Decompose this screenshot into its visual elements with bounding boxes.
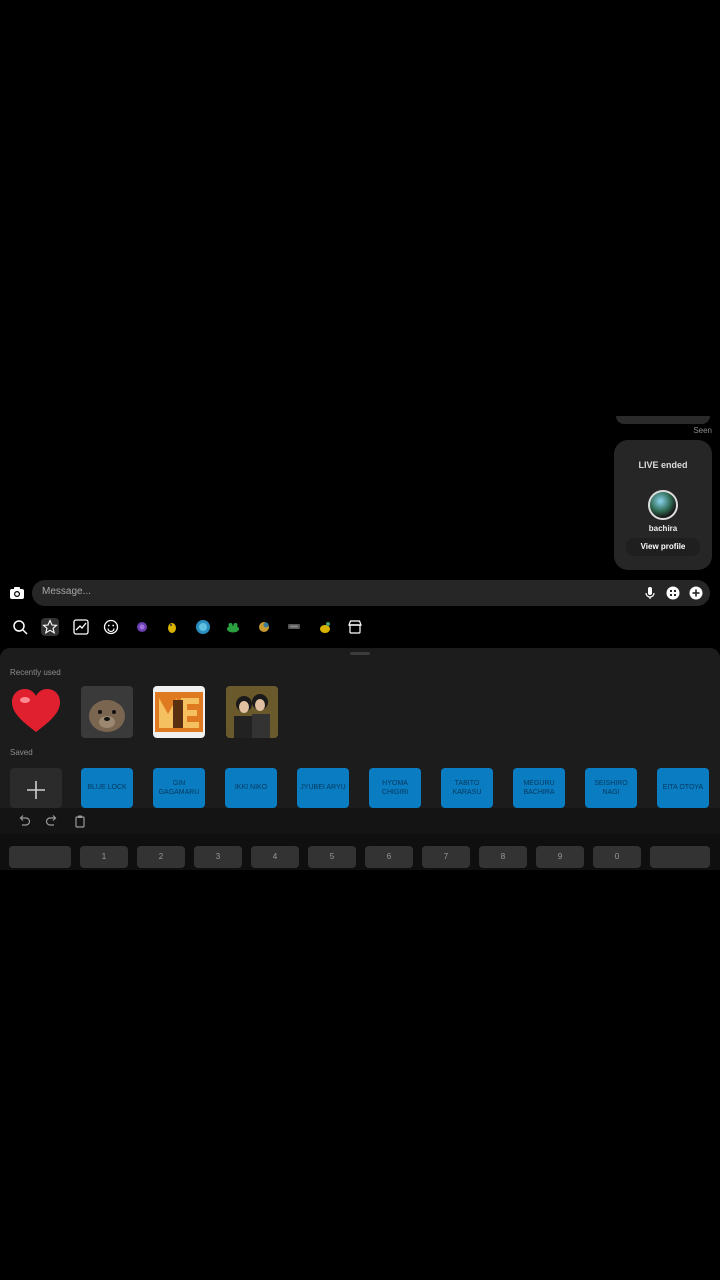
sticker-pack-1[interactable] xyxy=(133,618,151,636)
keyboard-key[interactable]: 8 xyxy=(479,846,527,868)
trending-icon[interactable] xyxy=(72,618,90,636)
store-icon[interactable] xyxy=(346,618,364,636)
keyboard-key[interactable]: 5 xyxy=(308,846,356,868)
microphone-icon[interactable] xyxy=(642,585,658,601)
sticker-pack-3[interactable] xyxy=(194,618,212,636)
live-ended-card[interactable]: LIVE ended bachira View profile xyxy=(614,440,712,570)
message-placeholder: Message... xyxy=(42,586,91,597)
dog-sticker[interactable] xyxy=(81,686,133,738)
undo-icon[interactable] xyxy=(17,814,31,828)
live-ended-title: LIVE ended xyxy=(638,460,688,470)
keyboard-key[interactable]: 6 xyxy=(365,846,413,868)
keyboard-key[interactable]: 1 xyxy=(80,846,128,868)
sticker-pack-7[interactable] xyxy=(316,618,334,636)
heart-sticker[interactable] xyxy=(10,686,62,738)
saved-sticker[interactable]: SEISHIRO NAGI xyxy=(585,768,637,808)
keyboard-key[interactable]: 4 xyxy=(251,846,299,868)
keyboard-key[interactable]: 9 xyxy=(536,846,584,868)
saved-sticker[interactable]: IKKI NIKO xyxy=(225,768,277,808)
sticker-pack-4[interactable] xyxy=(224,618,242,636)
keyboard-key[interactable]: 7 xyxy=(422,846,470,868)
camera-icon[interactable] xyxy=(8,584,26,602)
keyboard-key-right[interactable] xyxy=(650,846,710,868)
anime-duo-sticker[interactable] xyxy=(226,686,278,738)
search-icon[interactable] xyxy=(11,618,29,636)
favorites-star-icon[interactable] xyxy=(41,618,59,636)
saved-sticker[interactable]: HYOMA CHIGIRI xyxy=(369,768,421,808)
edit-toolbar xyxy=(0,808,720,834)
saved-sticker[interactable]: MEGURU BACHIRA xyxy=(513,768,565,808)
keyboard-key[interactable]: 2 xyxy=(137,846,185,868)
clipboard-icon[interactable] xyxy=(73,814,87,828)
keyboard-key[interactable]: 0 xyxy=(593,846,641,868)
sticker-pack-2[interactable] xyxy=(163,618,181,636)
add-sticker-button[interactable] xyxy=(10,768,62,808)
recently-used-label: Recently used xyxy=(10,668,61,677)
sticker-pack-6[interactable] xyxy=(285,618,303,636)
emoji-icon[interactable] xyxy=(102,618,120,636)
drag-handle[interactable] xyxy=(350,652,370,655)
sticker-panel: Recently used Saved BLUE LOCK GIN GAGAMA… xyxy=(0,648,720,808)
saved-sticker[interactable]: GIN GAGAMARU xyxy=(153,768,205,808)
sticker-pack-5[interactable] xyxy=(255,618,273,636)
sticker-grid-icon[interactable] xyxy=(665,585,681,601)
me-sticker[interactable] xyxy=(153,686,205,738)
live-username: bachira xyxy=(648,524,678,533)
keyboard: 1 2 3 4 5 6 7 8 9 0 xyxy=(0,834,720,870)
avatar[interactable] xyxy=(648,490,678,520)
saved-sticker[interactable]: TABITO KARASU xyxy=(441,768,493,808)
plus-icon xyxy=(27,781,45,799)
seen-status: Seen xyxy=(693,426,712,435)
plus-icon[interactable] xyxy=(688,585,704,601)
saved-sticker[interactable]: BLUE LOCK xyxy=(81,768,133,808)
view-profile-button[interactable]: View profile xyxy=(626,538,700,556)
saved-sticker[interactable]: EITA OTOYA xyxy=(657,768,709,808)
previous-message-bubble xyxy=(616,416,710,424)
saved-sticker[interactable]: JYUBEI ARYU xyxy=(297,768,349,808)
redo-icon[interactable] xyxy=(45,814,59,828)
saved-label: Saved xyxy=(10,748,33,757)
keyboard-key-left[interactable] xyxy=(9,846,71,868)
message-input[interactable]: Message... xyxy=(32,580,710,606)
keyboard-key[interactable]: 3 xyxy=(194,846,242,868)
